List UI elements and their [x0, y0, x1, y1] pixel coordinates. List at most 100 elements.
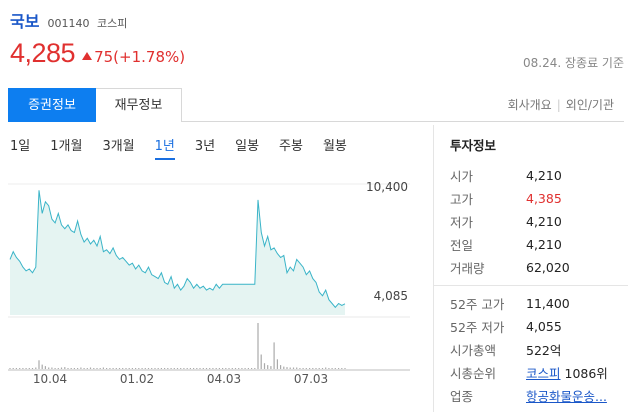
- volume-bar: [318, 368, 320, 369]
- volume-bar: [305, 368, 307, 369]
- info-tabs: 증권정보 재무정보 회사개요 | 외인/기관: [8, 88, 624, 122]
- company-overview-link[interactable]: 회사개요: [508, 96, 552, 113]
- volume-bar: [238, 368, 240, 369]
- info-val: 4,385: [526, 191, 562, 206]
- volume-bar: [170, 368, 172, 369]
- volume-bar: [154, 368, 156, 369]
- volume-bar: [205, 368, 208, 369]
- volume-bar: [77, 368, 79, 369]
- investment-info-panel: 투자정보 시가 4,210 고가 4,385 저가 4,210 전일 4,210 거래량 62,0…: [434, 135, 628, 407]
- info-row: 52주 고가 11,400: [450, 292, 628, 315]
- volume-bar: [160, 368, 162, 369]
- info-row: 저가 4,210: [450, 210, 628, 233]
- tab-securities-info[interactable]: 증권정보: [8, 88, 96, 122]
- x-tick-label: 01.02: [120, 372, 154, 386]
- volume-bar: [328, 368, 330, 369]
- rank-market-link[interactable]: 코스피: [526, 366, 561, 381]
- volume-bar: [331, 368, 333, 369]
- info-val: 522억: [526, 343, 562, 358]
- volume-bar: [9, 368, 11, 369]
- change-value: 75(+1.78%): [94, 48, 186, 66]
- info-val: 11,400: [526, 296, 570, 311]
- stock-header: 국보 001140 코스피: [10, 8, 131, 32]
- volume-bar: [257, 323, 259, 369]
- volume-bar: [57, 368, 59, 369]
- period-1m[interactable]: 1개월: [50, 135, 82, 154]
- volume-bar: [344, 368, 346, 369]
- volume-bar: [244, 368, 246, 369]
- volume-bar: [167, 368, 169, 369]
- sector-link[interactable]: 항공화물운송...: [526, 386, 607, 405]
- volume-bar: [263, 363, 266, 369]
- volume-bar: [122, 368, 124, 369]
- volume-bar: [141, 368, 143, 369]
- volume-bar: [15, 368, 17, 369]
- period-1y[interactable]: 1년: [154, 135, 176, 160]
- volume-bar: [48, 367, 50, 369]
- volume-bar: [218, 368, 220, 369]
- volume-bar: [28, 368, 30, 369]
- market-status: 08.24. 장종료 기준: [523, 56, 624, 70]
- volume-bar: [38, 360, 40, 369]
- current-price: 4,285: [10, 38, 76, 68]
- stock-name[interactable]: 국보: [10, 8, 39, 32]
- volume-bar: [312, 368, 314, 369]
- info-row: 거래량 62,020: [450, 256, 628, 279]
- tab-financial-info[interactable]: 재무정보: [96, 88, 182, 122]
- period-daily[interactable]: 일봉: [235, 135, 259, 154]
- info-val: 4,210: [526, 214, 562, 229]
- volume-bar: [164, 368, 166, 369]
- volume-bar: [138, 368, 140, 369]
- price-chart[interactable]: 10,400 4,085 10.04 01.02 04.03 07.03: [0, 170, 420, 412]
- volume-bar: [135, 368, 137, 369]
- info-val: 4,210: [526, 237, 562, 252]
- volume-bar: [286, 367, 288, 369]
- volume-bar: [96, 368, 98, 369]
- info-divider: [434, 285, 628, 286]
- rank-value: 1086위: [564, 366, 608, 381]
- volume-bar: [67, 368, 69, 369]
- volume-bar: [73, 368, 75, 369]
- price-change: 75(+1.78%): [82, 48, 185, 66]
- volume-bar: [125, 368, 127, 369]
- volume-bar: [44, 366, 46, 369]
- volume-bar: [273, 342, 275, 369]
- tab-links: 회사개요 | 외인/기관: [508, 88, 624, 121]
- volume-bar: [41, 364, 43, 369]
- period-1d[interactable]: 1일: [10, 135, 30, 154]
- volume-bar: [225, 368, 227, 369]
- x-tick-label: 10.04: [33, 372, 67, 386]
- volume-bar: [228, 368, 230, 369]
- info-key: 업종: [450, 389, 474, 404]
- price-row: 4,285 75(+1.78%): [10, 38, 185, 69]
- y-low-label: 4,085: [374, 289, 408, 303]
- market-cap-rank-row: 시총순위 코스피 1086위: [450, 361, 628, 384]
- volume-bar: [70, 368, 72, 369]
- info-key: 저가: [450, 215, 474, 230]
- period-monthly[interactable]: 월봉: [323, 135, 347, 154]
- info-key: 고가: [450, 192, 474, 207]
- period-weekly[interactable]: 주봉: [279, 135, 303, 154]
- volume-bar: [89, 367, 92, 369]
- volume-bar: [186, 368, 188, 369]
- info-row: 52주 저가 4,055: [450, 315, 628, 338]
- volume-bar: [93, 368, 95, 369]
- info-row: 시가 4,210: [450, 164, 628, 187]
- link-separator: |: [556, 97, 561, 112]
- volume-bar: [157, 368, 159, 369]
- volume-bar: [151, 368, 153, 369]
- info-key: 52주 고가: [450, 297, 505, 312]
- period-3y[interactable]: 3년: [195, 135, 215, 154]
- period-3m[interactable]: 3개월: [102, 135, 134, 154]
- panel-divider: [433, 125, 434, 412]
- volume-bar: [31, 368, 34, 369]
- y-high-label: 10,400: [366, 180, 408, 194]
- volume-bar: [231, 368, 233, 369]
- info-val: 코스피 1086위: [526, 363, 608, 382]
- volume-bar: [118, 368, 121, 369]
- volume-bar: [180, 368, 182, 369]
- info-val: 62,020: [526, 260, 570, 275]
- volume-bar: [289, 367, 291, 369]
- sector-row: 업종 항공화물운송...: [450, 384, 628, 407]
- foreign-institution-link[interactable]: 외인/기관: [566, 96, 614, 113]
